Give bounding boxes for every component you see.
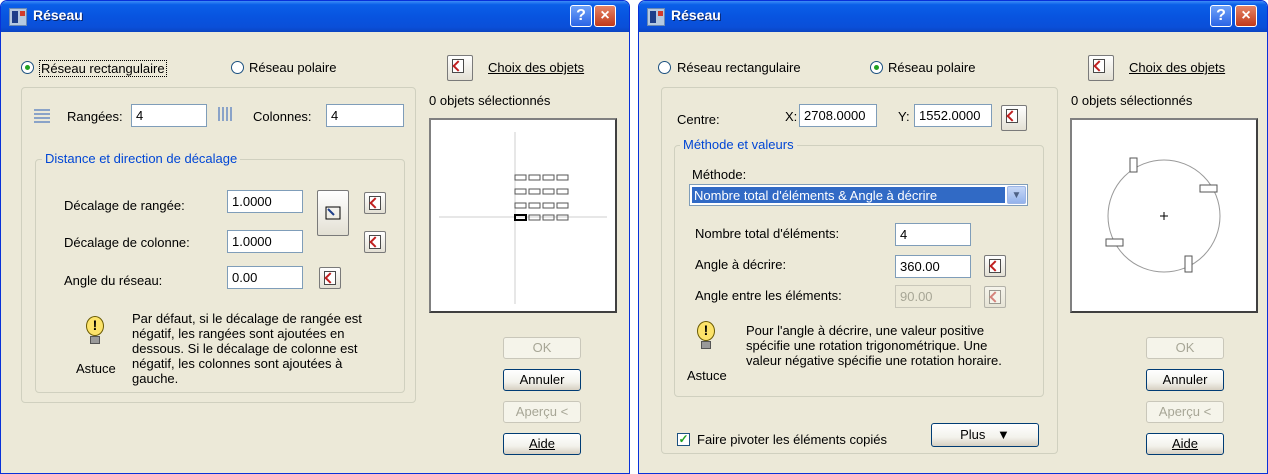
method-select-value: Nombre total d'éléments & Angle à décrir… [692,187,1005,203]
select-objects-label[interactable]: Choix des objets [488,60,584,75]
select-objects-button[interactable] [447,55,473,81]
cancel-button[interactable]: Annuler [1146,369,1224,391]
col-offset-input[interactable]: 1.0000 [227,230,303,253]
polar-array-preview [1105,157,1221,273]
y-label: Y: [898,109,910,124]
rect-array-dialog: Réseau ? × Réseau rectangulaire Réseau p… [0,0,630,474]
tip-text: Pour l'angle à décrire, une valeur posit… [746,323,1002,368]
help-title-button[interactable]: ? [1210,5,1232,27]
app-icon [647,8,665,26]
total-items-input[interactable]: 4 [895,223,971,246]
app-icon [9,8,27,26]
radio-rectangular[interactable] [21,61,34,74]
col-offset-label: Décalage de colonne: [64,235,190,250]
preview-button[interactable]: Aperçu < [503,401,581,423]
dialog-title: Réseau [671,7,721,23]
close-button[interactable]: × [1235,5,1257,27]
preview-button[interactable]: Aperçu < [1146,401,1224,423]
pick-both-offsets-button[interactable] [317,190,349,236]
chevron-down-icon[interactable]: ▼ [1007,186,1026,204]
selection-count: 0 objets sélectionnés [1071,93,1193,108]
help-button[interactable]: Aide [1146,433,1224,455]
rotate-items-checkbox[interactable]: ✓ [677,433,690,446]
ok-button[interactable]: OK [1146,337,1224,359]
radio-rectangular-label[interactable]: Réseau rectangulaire [677,60,801,75]
center-y-input[interactable]: 1552.0000 [914,104,992,127]
pick-center-button[interactable] [1001,105,1027,131]
method-label: Méthode: [692,167,747,182]
rect-array-preview [439,132,607,304]
cancel-button[interactable]: Annuler [503,369,581,391]
angle-between-label: Angle entre les éléments: [695,288,842,303]
radio-polar[interactable] [870,61,883,74]
x-label: X: [785,109,798,124]
more-button[interactable]: Plus ▼ [931,423,1039,447]
row-offset-input[interactable]: 1.0000 [227,190,303,213]
columns-label: Colonnes: [253,109,312,124]
pick-col-offset-button[interactable] [364,231,386,253]
select-objects-label[interactable]: Choix des objets [1129,60,1225,75]
rows-label: Rangées: [67,109,123,124]
double-chevron-down-icon: ▼ [997,427,1010,442]
pick-fill-angle-button[interactable] [984,255,1006,277]
selection-count: 0 objets sélectionnés [429,93,551,108]
rotate-items-label[interactable]: Faire pivoter les éléments copiés [697,432,887,447]
rows-icon [34,109,50,123]
more-button-label: Plus [960,427,986,442]
columns-icon [218,107,234,121]
ok-button[interactable]: OK [503,337,581,359]
pick-angle-between-button[interactable] [984,286,1006,308]
pick-row-offset-button[interactable] [364,192,386,214]
preview-box [429,118,617,313]
preview-box [1070,118,1258,313]
columns-input[interactable]: 4 [326,104,404,127]
radio-rectangular-label[interactable]: Réseau rectangulaire [39,60,167,77]
close-button[interactable]: × [594,5,616,27]
title-bar[interactable]: Réseau ? × [639,1,1267,32]
tip-text: Par défaut, si le décalage de rangée est… [132,311,362,386]
radio-rectangular[interactable] [658,61,671,74]
center-label: Centre: [677,112,720,127]
lightbulb-icon: ! [695,321,717,351]
fill-angle-input[interactable]: 360.00 [895,255,971,278]
total-items-label: Nombre total d'éléments: [695,226,840,241]
angle-input[interactable]: 0.00 [227,266,303,289]
method-group-title: Méthode et valeurs [680,137,797,152]
radio-polar-label[interactable]: Réseau polaire [888,60,975,75]
help-button[interactable]: Aide [503,433,581,455]
help-title-button[interactable]: ? [570,5,592,27]
tip-label: Astuce [687,368,727,383]
tip-label: Astuce [76,361,116,376]
radio-polar-label[interactable]: Réseau polaire [249,60,336,75]
offset-rectangle-icon [325,206,341,220]
title-bar[interactable]: Réseau ? × [1,1,629,32]
radio-polar[interactable] [231,61,244,74]
polar-array-dialog: Réseau ? × Réseau rectangulaire Réseau p… [638,0,1268,474]
lightbulb-icon: ! [84,316,106,346]
dialog-title: Réseau [33,7,83,23]
offset-group-title: Distance et direction de décalage [42,151,241,166]
select-objects-button[interactable] [1088,55,1114,81]
row-offset-label: Décalage de rangée: [64,198,185,213]
angle-between-input[interactable]: 90.00 [895,285,971,308]
rows-input[interactable]: 4 [131,104,207,127]
center-x-input[interactable]: 2708.0000 [799,104,877,127]
method-select[interactable]: Nombre total d'éléments & Angle à décrir… [689,184,1028,206]
fill-angle-label: Angle à décrire: [695,257,787,272]
pick-angle-button[interactable] [319,267,341,289]
angle-label: Angle du réseau: [64,273,163,288]
